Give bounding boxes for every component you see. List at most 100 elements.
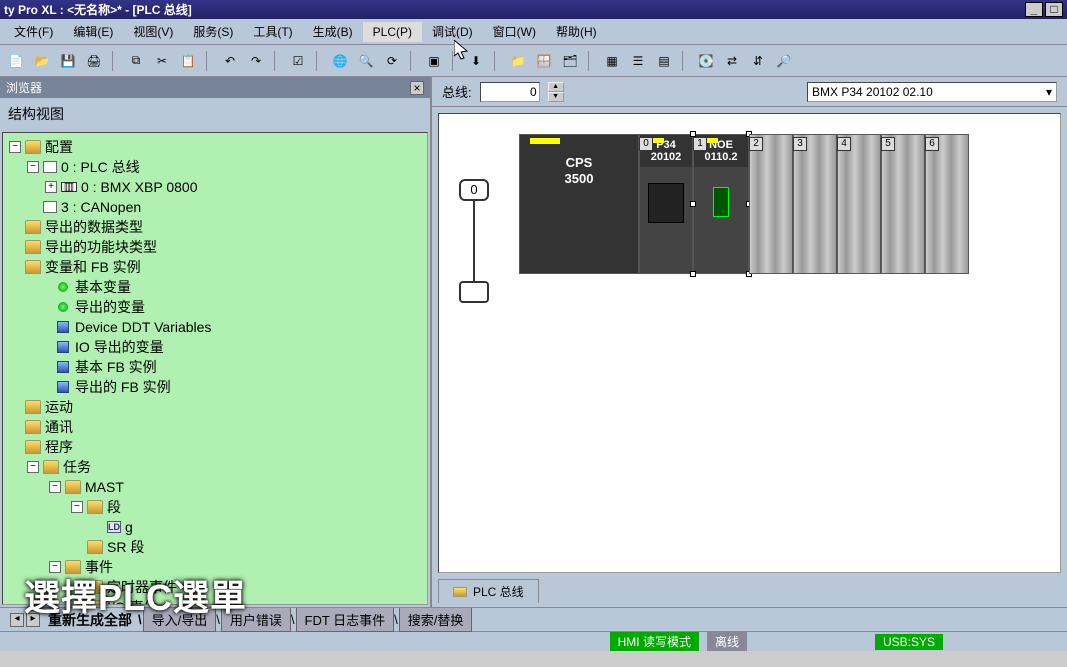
maximize-button[interactable]: □: [1045, 2, 1063, 17]
fullscreen-icon[interactable]: ▣: [422, 49, 446, 73]
tree-motion[interactable]: 运动: [5, 397, 425, 417]
redo-icon[interactable]: ↷: [244, 49, 268, 73]
menu-window[interactable]: 窗口(W): [483, 20, 546, 43]
find-icon[interactable]: 🔎: [772, 49, 796, 73]
slot-6[interactable]: 6: [925, 134, 969, 274]
collapse-icon[interactable]: −: [49, 481, 61, 493]
panel-close-icon[interactable]: ×: [410, 81, 424, 95]
minimize-button[interactable]: _: [1025, 2, 1043, 17]
menu-tool[interactable]: 工具(T): [243, 20, 302, 43]
download-icon[interactable]: ⬇: [464, 49, 488, 73]
spin-up-icon[interactable]: ▲: [548, 82, 564, 92]
tree-mast[interactable]: − MAST: [5, 477, 425, 497]
menu-service[interactable]: 服务(S): [183, 20, 243, 43]
menu-debug[interactable]: 调试(D): [422, 20, 483, 43]
menu-edit[interactable]: 编辑(E): [63, 20, 123, 43]
tree-event[interactable]: −事件: [5, 557, 425, 577]
tree-plc-bus[interactable]: −0 : PLC 总线: [5, 157, 425, 177]
tree-task[interactable]: −任务: [5, 457, 425, 477]
tree-section[interactable]: −段: [5, 497, 425, 517]
tab-plc-bus[interactable]: PLC 总线: [438, 579, 539, 603]
open-icon[interactable]: 📂: [30, 49, 54, 73]
device-selector[interactable]: BMX P34 20102 02.10 ▾: [807, 82, 1057, 102]
bus-canvas[interactable]: 0 CPS 3500 0 P34 20102 1 NOE: [438, 113, 1061, 573]
slot-2[interactable]: 2: [749, 134, 793, 274]
bus-node-empty[interactable]: [459, 281, 489, 303]
disk-icon[interactable]: 💽: [694, 49, 718, 73]
grid3-icon[interactable]: ▤: [652, 49, 676, 73]
slot-3[interactable]: 3: [793, 134, 837, 274]
slot-5[interactable]: 5: [881, 134, 925, 274]
collapse-icon[interactable]: −: [27, 461, 39, 473]
tab-import-export[interactable]: 导入/导出: [143, 608, 217, 632]
undo-icon[interactable]: ↶: [218, 49, 242, 73]
tree-config[interactable]: −配置: [5, 137, 425, 157]
tree-label: 运动: [45, 398, 73, 416]
tree-exp-fbi[interactable]: 导出的 FB 实例: [5, 377, 425, 397]
window-icon[interactable]: 🪟: [532, 49, 556, 73]
tree-label: 段: [107, 498, 121, 516]
menu-build[interactable]: 生成(B): [303, 20, 363, 43]
menu-view[interactable]: 视图(V): [123, 20, 183, 43]
transfer-icon[interactable]: ⇄: [720, 49, 744, 73]
tree-comm[interactable]: 通讯: [5, 417, 425, 437]
slot-psu[interactable]: CPS 3500: [519, 134, 639, 274]
grid2-icon[interactable]: ☰: [626, 49, 650, 73]
slot-noe[interactable]: 1 NOE 0110.2: [693, 134, 749, 274]
tree-label: 变量和 FB 实例: [45, 258, 141, 276]
menu-plc[interactable]: PLC(P): [363, 22, 422, 42]
tab-rebuild-all[interactable]: 重新生成全部: [42, 610, 138, 630]
copy-icon[interactable]: ⧉: [124, 49, 148, 73]
zoom-icon[interactable]: 🔍: [354, 49, 378, 73]
slot-index: 2: [749, 137, 763, 151]
browser-icon[interactable]: 🌐: [328, 49, 352, 73]
tree-sr[interactable]: SR 段: [5, 537, 425, 557]
cut-icon[interactable]: ✂: [150, 49, 174, 73]
grid1-icon[interactable]: ▦: [600, 49, 624, 73]
menu-file[interactable]: 文件(F): [4, 20, 63, 43]
tree-exported-fb-types[interactable]: 导出的功能块类型: [5, 237, 425, 257]
tree-ld-section[interactable]: LDg: [5, 517, 425, 537]
collapse-icon[interactable]: −: [71, 501, 83, 513]
tree-io-exp[interactable]: IO 导出的变量: [5, 337, 425, 357]
collapse-icon[interactable]: −: [49, 561, 61, 573]
proj-icon[interactable]: 📁: [506, 49, 530, 73]
tree-canopen[interactable]: 3 : CANopen: [5, 197, 425, 217]
tab-user-error[interactable]: 用户错误: [221, 608, 291, 632]
menu-help[interactable]: 帮助(H): [546, 20, 607, 43]
tree-exported-var[interactable]: 导出的变量: [5, 297, 425, 317]
collapse-icon[interactable]: −: [27, 161, 39, 173]
new-icon[interactable]: 📄: [4, 49, 28, 73]
tree-exported-data-types[interactable]: 导出的数据类型: [5, 217, 425, 237]
spin-down-icon[interactable]: ▼: [548, 92, 564, 102]
scroll-right-icon[interactable]: ▸: [26, 613, 40, 627]
collapse-icon[interactable]: −: [9, 141, 21, 153]
cascade-icon[interactable]: 🗂: [558, 49, 582, 73]
folder-icon: [87, 600, 103, 605]
plc-rack[interactable]: CPS 3500 0 P34 20102 1 NOE 0110.2: [519, 134, 969, 274]
tab-search-replace[interactable]: 搜索/替换: [399, 608, 473, 632]
bus-node-0[interactable]: 0: [459, 179, 489, 201]
project-tree[interactable]: −配置 −0 : PLC 总线 +▥0 : BMX XBP 0800 3 : C…: [2, 132, 428, 605]
compare-icon[interactable]: ⇵: [746, 49, 770, 73]
tree-rack[interactable]: +▥0 : BMX XBP 0800: [5, 177, 425, 197]
slot-4[interactable]: 4: [837, 134, 881, 274]
validate-icon[interactable]: ☑: [286, 49, 310, 73]
tree-var-fb[interactable]: 变量和 FB 实例: [5, 257, 425, 277]
slot-cpu[interactable]: 0 P34 20102: [639, 134, 693, 274]
save-icon[interactable]: 💾: [56, 49, 80, 73]
tree-basic-var[interactable]: 基本变量: [5, 277, 425, 297]
tree-basic-fb[interactable]: 基本 FB 实例: [5, 357, 425, 377]
tree-label: MAST: [85, 478, 124, 496]
paste-icon[interactable]: 📋: [176, 49, 200, 73]
tree-timer-event[interactable]: 定时器事件: [5, 577, 425, 597]
tree-ddt[interactable]: Device DDT Variables: [5, 317, 425, 337]
print-icon[interactable]: 🖨: [82, 49, 106, 73]
tree-io-event[interactable]: I/O 事件: [5, 597, 425, 605]
tree-program[interactable]: 程序: [5, 437, 425, 457]
bus-number-field[interactable]: 0: [480, 82, 540, 102]
refresh-icon[interactable]: ⟳: [380, 49, 404, 73]
expand-icon[interactable]: +: [45, 181, 57, 193]
tab-fdt-log[interactable]: FDT 日志事件: [296, 608, 395, 632]
scroll-left-icon[interactable]: ◂: [10, 613, 24, 627]
